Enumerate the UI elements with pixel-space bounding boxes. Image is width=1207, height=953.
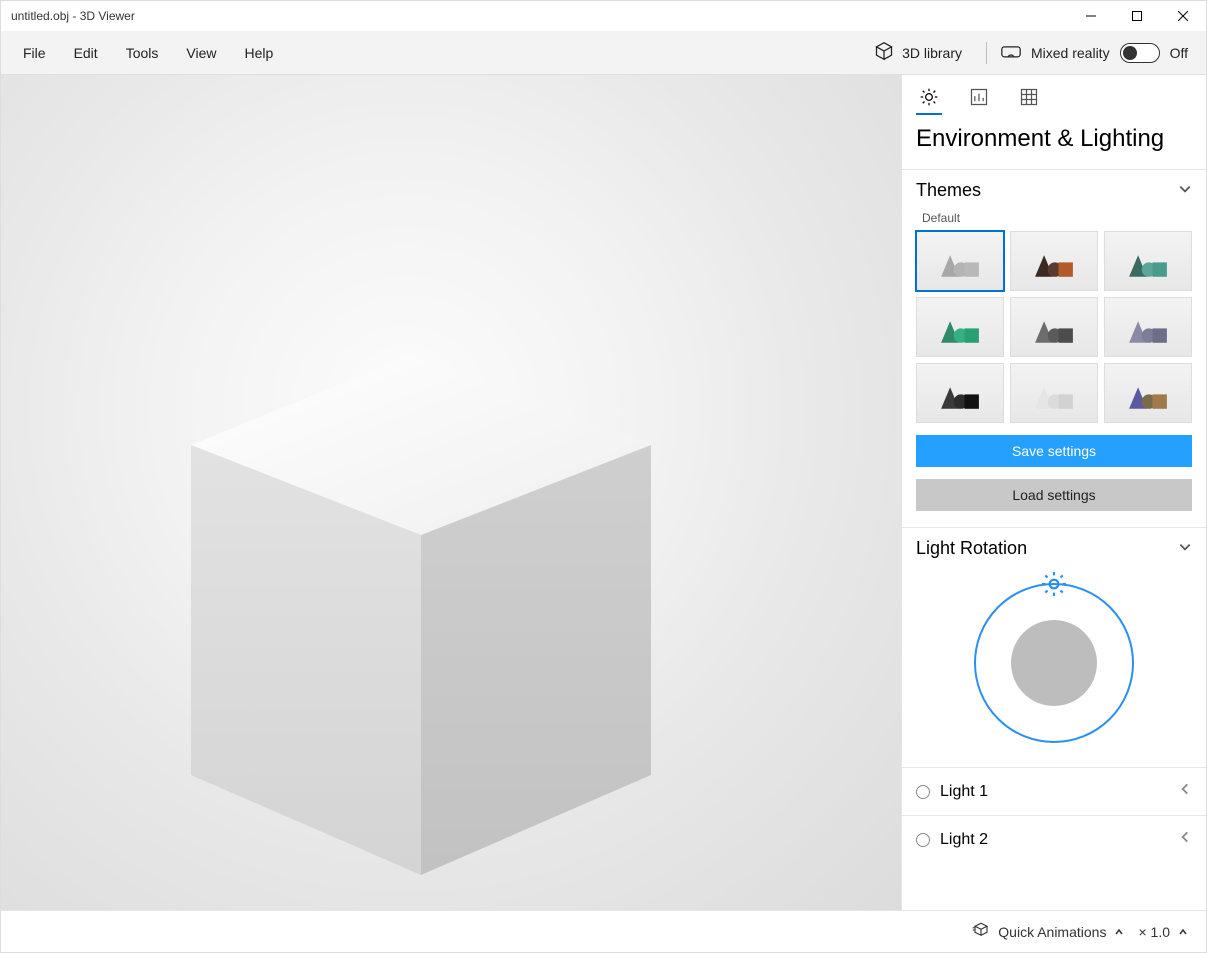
tab-grid[interactable] bbox=[1016, 85, 1042, 115]
light-rotation-header[interactable]: Light Rotation bbox=[902, 528, 1206, 569]
light-1-label: Light 1 bbox=[940, 783, 988, 801]
cube-model bbox=[91, 275, 731, 910]
close-button[interactable] bbox=[1160, 1, 1206, 31]
sun-icon bbox=[919, 87, 939, 112]
mixed-reality-toggle[interactable] bbox=[1120, 43, 1160, 63]
tab-environment[interactable] bbox=[916, 85, 942, 115]
theme-thumb-3[interactable] bbox=[916, 297, 1004, 357]
scale-label: × 1.0 bbox=[1138, 924, 1170, 940]
light-rotation-title: Light Rotation bbox=[916, 538, 1027, 559]
mixed-reality-label: Mixed reality bbox=[1031, 45, 1110, 61]
status-bar: Quick Animations × 1.0 bbox=[1, 910, 1206, 952]
themes-title: Themes bbox=[916, 180, 981, 201]
menu-edit[interactable]: Edit bbox=[60, 39, 112, 67]
tab-stats[interactable] bbox=[966, 85, 992, 115]
theme-thumb-4[interactable] bbox=[1010, 297, 1098, 357]
quick-animations-button[interactable]: Quick Animations bbox=[972, 921, 1124, 942]
light-2-row[interactable]: Light 2 bbox=[902, 815, 1206, 863]
theme-selected-label: Default bbox=[922, 211, 1192, 225]
menu-help[interactable]: Help bbox=[230, 39, 287, 67]
chevron-down-icon bbox=[1178, 538, 1192, 559]
load-settings-button[interactable]: Load settings bbox=[916, 479, 1192, 511]
chevron-up-icon bbox=[1178, 924, 1188, 940]
light-2-label: Light 2 bbox=[940, 831, 988, 849]
window-title: untitled.obj - 3D Viewer bbox=[11, 9, 1068, 23]
sun-handle-icon[interactable] bbox=[1041, 571, 1067, 602]
scale-control[interactable]: × 1.0 bbox=[1138, 924, 1188, 940]
menu-view[interactable]: View bbox=[172, 39, 230, 67]
mixed-reality-state: Off bbox=[1170, 45, 1188, 61]
menu-tools[interactable]: Tools bbox=[112, 39, 173, 67]
cube-icon bbox=[874, 41, 894, 64]
theme-thumb-8[interactable] bbox=[1104, 363, 1192, 423]
themes-header[interactable]: Themes bbox=[902, 170, 1206, 211]
light-1-row[interactable]: Light 1 bbox=[902, 767, 1206, 815]
mixed-reality-icon bbox=[1001, 43, 1021, 62]
theme-grid bbox=[916, 231, 1192, 423]
stats-icon bbox=[969, 87, 989, 112]
panel-heading: Environment & Lighting bbox=[902, 115, 1206, 169]
chevron-down-icon bbox=[1178, 180, 1192, 201]
divider bbox=[986, 42, 987, 64]
minimize-button[interactable] bbox=[1068, 1, 1114, 31]
light-1-radio[interactable] bbox=[916, 785, 930, 799]
theme-thumb-6[interactable] bbox=[916, 363, 1004, 423]
animation-icon bbox=[972, 921, 990, 942]
chevron-left-icon bbox=[1178, 782, 1192, 801]
theme-thumb-0[interactable] bbox=[916, 231, 1004, 291]
side-panel: Environment & Lighting Themes Default Sa… bbox=[901, 75, 1206, 910]
mixed-reality-group: Mixed reality Off bbox=[1001, 43, 1198, 63]
chevron-up-icon bbox=[1114, 924, 1124, 940]
3d-library-label: 3D library bbox=[902, 45, 962, 61]
quick-animations-label: Quick Animations bbox=[998, 924, 1106, 940]
theme-thumb-2[interactable] bbox=[1104, 231, 1192, 291]
save-settings-button[interactable]: Save settings bbox=[916, 435, 1192, 467]
light-rotation-dial[interactable] bbox=[974, 583, 1134, 743]
light-dial-inner bbox=[1011, 620, 1097, 706]
theme-thumb-1[interactable] bbox=[1010, 231, 1098, 291]
theme-thumb-7[interactable] bbox=[1010, 363, 1098, 423]
theme-thumb-5[interactable] bbox=[1104, 297, 1192, 357]
maximize-button[interactable] bbox=[1114, 1, 1160, 31]
menu-bar: File Edit Tools View Help 3D library Mix… bbox=[1, 31, 1206, 75]
3d-viewport[interactable] bbox=[1, 75, 901, 910]
title-bar: untitled.obj - 3D Viewer bbox=[1, 1, 1206, 31]
menu-file[interactable]: File bbox=[9, 39, 60, 67]
light-2-radio[interactable] bbox=[916, 833, 930, 847]
3d-library-button[interactable]: 3D library bbox=[864, 35, 972, 70]
chevron-left-icon bbox=[1178, 830, 1192, 849]
grid-icon bbox=[1019, 87, 1039, 112]
